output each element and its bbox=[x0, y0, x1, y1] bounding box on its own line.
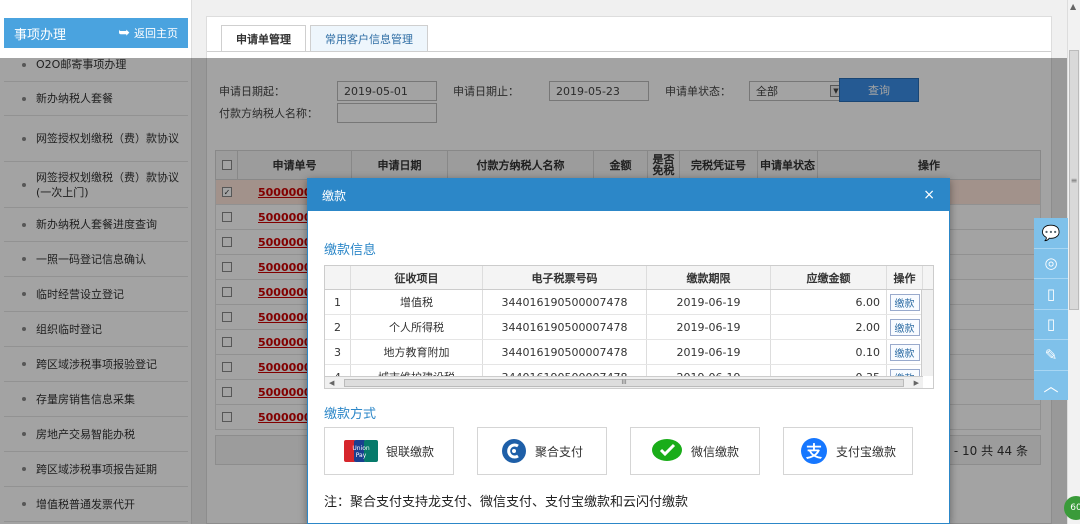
feedback-icon[interactable]: ✎ bbox=[1034, 340, 1068, 371]
svg-text:Pay: Pay bbox=[356, 452, 367, 459]
payable-amount: 0.10 bbox=[771, 340, 887, 364]
payment-header-cell: 操作 bbox=[887, 266, 923, 289]
scroll-left-icon[interactable]: ◀ bbox=[329, 379, 334, 387]
payment-table-vscroll[interactable] bbox=[921, 290, 933, 376]
aggregate-pay-icon bbox=[501, 438, 527, 464]
tax-item: 地方教育附加 bbox=[351, 340, 483, 364]
wechat-service-icon[interactable]: 💬 bbox=[1034, 218, 1068, 249]
op-cell: 缴款 bbox=[887, 315, 923, 339]
scrollbar-thumb[interactable]: ≡ bbox=[1069, 50, 1079, 310]
hscroll-thumb[interactable]: III bbox=[344, 378, 904, 387]
payment-header-cell bbox=[325, 266, 351, 289]
tax-ticket-number: 344016190500007478 bbox=[483, 290, 647, 314]
payment-header-cell: 电子税票号码 bbox=[483, 266, 647, 289]
aggregate-pay-label: 聚合支付 bbox=[534, 444, 583, 459]
row-number: 1 bbox=[325, 290, 351, 314]
op-cell: 缴款 bbox=[887, 290, 923, 314]
payment-table-header: 征收项目 电子税票号码 缴款期限 应缴金额 操作 bbox=[325, 266, 933, 290]
alipay-label: 支付宝缴款 bbox=[835, 444, 896, 459]
scroll-up-icon[interactable]: ▲ bbox=[1070, 2, 1076, 11]
back-arrow-icon: ➥ bbox=[118, 25, 130, 41]
svg-text:Union: Union bbox=[352, 445, 370, 452]
pay-row-button[interactable]: 缴款 bbox=[889, 293, 920, 311]
modal-header: 缴款 × bbox=[308, 179, 949, 211]
alipay-button[interactable]: 支 支付宝缴款 bbox=[783, 427, 913, 475]
scroll-right-icon[interactable]: ▶ bbox=[914, 379, 919, 387]
table-row: 1 增值税 344016190500007478 2019-06-19 6.00… bbox=[325, 290, 933, 315]
unionpay-label: 银联缴款 bbox=[385, 444, 434, 459]
payment-header-cell: 应缴金额 bbox=[771, 266, 887, 289]
weibo-icon[interactable]: ◎ bbox=[1034, 249, 1068, 279]
tab-divider bbox=[207, 51, 1051, 52]
back-home-link[interactable]: ➥ 返回主页 bbox=[118, 25, 178, 41]
payment-note: 注：聚合支付支持龙支付、微信支付、支付宝缴款和云闪付缴款 bbox=[324, 495, 689, 510]
payment-table-hscroll[interactable]: ◀ III ▶ bbox=[325, 376, 923, 388]
back-home-label: 返回主页 bbox=[134, 27, 178, 40]
sidebar-header: 事项办理 ➥ 返回主页 bbox=[4, 18, 188, 48]
table-row: 3 地方教育附加 344016190500007478 2019-06-19 0… bbox=[325, 340, 933, 365]
page-scrollbar[interactable]: ▲ ≡ bbox=[1067, 0, 1080, 524]
payment-methods: Union Pay 银联缴款 聚合支付 微信缴款 支 支付宝缴款 bbox=[324, 427, 913, 475]
op-cell: 缴款 bbox=[887, 340, 923, 364]
phone-icon[interactable]: ▯ bbox=[1034, 310, 1068, 340]
payable-amount: 6.00 bbox=[771, 290, 887, 314]
payment-deadline: 2019-06-19 bbox=[647, 315, 771, 339]
back-to-top-icon[interactable]: ︿ bbox=[1034, 371, 1068, 401]
mobile-app-icon[interactable]: ▯ bbox=[1034, 279, 1068, 310]
payment-info-table: 征收项目 电子税票号码 缴款期限 应缴金额 操作 1 增值税 344016190… bbox=[324, 265, 934, 389]
floating-toolbar: 💬 ◎ ▯ ▯ ✎ ︿ bbox=[1034, 218, 1068, 400]
payment-modal: 缴款 × 缴款信息 征收项目 电子税票号码 缴款期限 应缴金额 操作 1 增值税… bbox=[307, 178, 950, 524]
sidebar-title: 事项办理 bbox=[14, 27, 67, 43]
pay-row-button[interactable]: 缴款 bbox=[889, 318, 920, 336]
payment-deadline: 2019-06-19 bbox=[647, 340, 771, 364]
tab-bar: 申请单管理 常用客户信息管理 bbox=[221, 25, 428, 51]
unionpay-button[interactable]: Union Pay 银联缴款 bbox=[324, 427, 454, 475]
table-row: 2 个人所得税 344016190500007478 2019-06-19 2.… bbox=[325, 315, 933, 340]
wechat-icon bbox=[651, 438, 683, 464]
tax-ticket-number: 344016190500007478 bbox=[483, 315, 647, 339]
wechat-pay-button[interactable]: 微信缴款 bbox=[630, 427, 760, 475]
wechat-pay-label: 微信缴款 bbox=[690, 444, 739, 459]
payable-amount: 2.00 bbox=[771, 315, 887, 339]
close-icon[interactable]: × bbox=[923, 187, 935, 203]
aggregate-pay-button[interactable]: 聚合支付 bbox=[477, 427, 607, 475]
payment-method-title: 缴款方式 bbox=[324, 407, 377, 422]
tax-item: 增值税 bbox=[351, 290, 483, 314]
pay-row-button[interactable]: 缴款 bbox=[889, 343, 920, 361]
payment-info-title: 缴款信息 bbox=[324, 243, 377, 258]
payment-header-cell: 缴款期限 bbox=[647, 266, 771, 289]
unionpay-icon: Union Pay bbox=[343, 440, 378, 462]
payment-header-cell: 征收项目 bbox=[351, 266, 483, 289]
tab-application-management[interactable]: 申请单管理 bbox=[221, 25, 306, 51]
row-number: 3 bbox=[325, 340, 351, 364]
payment-deadline: 2019-06-19 bbox=[647, 290, 771, 314]
svg-text:支: 支 bbox=[805, 442, 823, 461]
alipay-icon: 支 bbox=[800, 437, 828, 465]
tax-ticket-number: 344016190500007478 bbox=[483, 340, 647, 364]
modal-title: 缴款 bbox=[322, 188, 347, 203]
row-number: 2 bbox=[325, 315, 351, 339]
tax-item: 个人所得税 bbox=[351, 315, 483, 339]
tab-customer-info[interactable]: 常用客户信息管理 bbox=[310, 25, 428, 51]
